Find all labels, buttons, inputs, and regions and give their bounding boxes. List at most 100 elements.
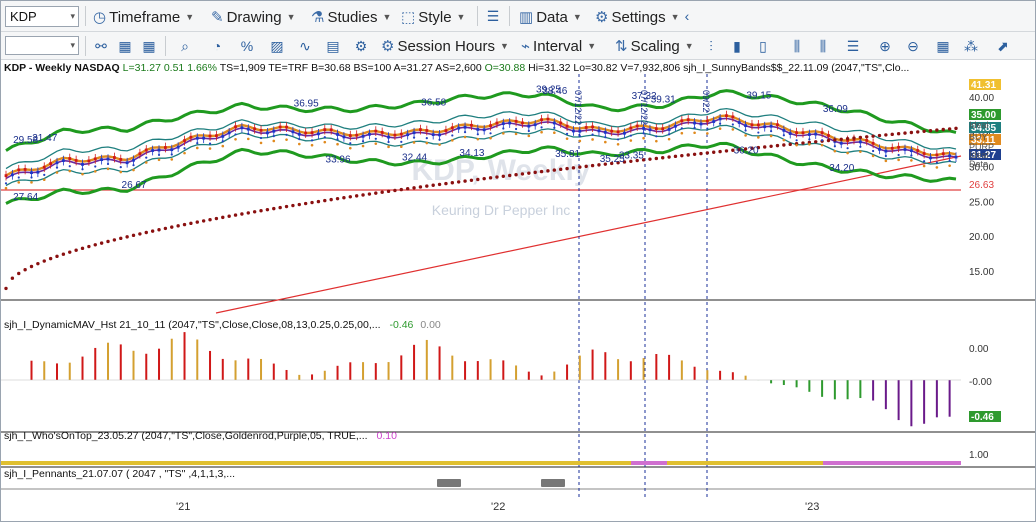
scaling-button[interactable]: ⇅ Scaling ▼ xyxy=(615,35,694,57)
symbol-input[interactable]: KDP ▾ xyxy=(5,6,79,27)
ma-dot xyxy=(514,172,518,177)
short-ma-dot xyxy=(234,137,237,141)
blue-ma-dot xyxy=(400,140,403,143)
blue-ma-dot xyxy=(349,142,352,145)
candle-body xyxy=(495,121,499,125)
short-ma-dot xyxy=(195,146,199,150)
histogram-bar xyxy=(247,358,250,380)
drawing-button[interactable]: ✎ Drawing ▼ xyxy=(211,6,296,28)
histogram-bar xyxy=(170,338,173,380)
bars-right-icon[interactable]: ⫼ xyxy=(813,36,833,56)
short-ma-dot xyxy=(170,158,174,161)
short-ma-dot xyxy=(795,143,798,147)
blue-ma-dot xyxy=(795,139,798,142)
candle-body xyxy=(769,124,773,128)
zoom-out-icon[interactable]: ⊖ xyxy=(903,36,923,56)
price-annotation: 27.64 xyxy=(13,192,38,203)
blue-ma-dot xyxy=(910,154,913,157)
candle2-style-icon[interactable]: ▯ xyxy=(753,36,773,56)
ma-dot xyxy=(227,214,231,218)
blue-ma-dot xyxy=(808,138,811,141)
chart-plus-icon[interactable]: ▤ xyxy=(323,36,343,56)
blue-ma-dot xyxy=(553,126,556,129)
percent-icon[interactable]: % xyxy=(237,36,257,56)
blue-ma-dot xyxy=(285,133,288,136)
candle-body xyxy=(457,126,461,130)
zoom-in-icon[interactable]: ⊕ xyxy=(875,36,895,56)
grid-icon[interactable]: ▦ xyxy=(933,36,953,56)
image-icon[interactable]: ▨ xyxy=(267,36,287,56)
bar-style-icon[interactable]: ⫶ xyxy=(701,36,721,56)
objects-icon[interactable]: ⁂ xyxy=(961,36,981,56)
candle-body xyxy=(954,155,958,159)
search-icon[interactable]: ⌕ xyxy=(175,36,195,56)
gear-icon[interactable]: ⚙ xyxy=(351,36,371,56)
histogram-bar xyxy=(923,380,926,424)
ma-dot xyxy=(896,132,901,136)
ma-dot xyxy=(297,202,301,207)
candle-body xyxy=(699,122,703,126)
histogram-bar xyxy=(782,380,785,386)
price-annotation: 31.47 xyxy=(32,133,57,144)
ma-dot xyxy=(546,169,550,173)
template-select[interactable]: ▾ xyxy=(5,36,79,55)
candle-body xyxy=(489,124,492,128)
histogram-bar xyxy=(234,360,237,380)
short-ma-dot xyxy=(412,141,416,144)
short-ma-dot xyxy=(871,154,875,158)
settings-button[interactable]: ⚙ Settings ▼ xyxy=(595,6,680,28)
histogram-bar xyxy=(859,380,862,399)
candle-body xyxy=(176,145,180,149)
short-ma-dot xyxy=(706,132,709,135)
ma-dot xyxy=(291,203,295,208)
session-hours-button[interactable]: ⚙ Session Hours ▼ xyxy=(381,35,509,57)
price-annotation: 39.31 xyxy=(651,94,676,105)
bars-left-icon[interactable]: ⫼ xyxy=(787,36,807,56)
gear-icon: ⚙ xyxy=(595,9,609,26)
ma-dot xyxy=(68,250,72,254)
blue-ma-dot xyxy=(298,138,301,141)
chevron-down-icon[interactable]: ▾ xyxy=(70,7,75,26)
ma-dot xyxy=(233,213,238,217)
short-ma-dot xyxy=(42,178,46,182)
candle-body xyxy=(737,121,741,124)
candle-body xyxy=(157,148,161,152)
interval-button[interactable]: ⌁ Interval ▼ xyxy=(521,35,596,57)
link-icon[interactable]: ⚯ xyxy=(91,36,111,56)
short-ma-dot xyxy=(183,151,186,155)
grid2-icon[interactable]: ▦ xyxy=(139,36,159,56)
grid-icon[interactable]: ▦ xyxy=(115,36,135,56)
histogram-bar xyxy=(706,370,709,380)
histogram-bar xyxy=(145,353,148,380)
candle-body xyxy=(578,129,582,133)
ma-dot xyxy=(667,155,671,159)
histogram-bar xyxy=(795,380,798,388)
candle-body xyxy=(750,123,754,127)
candle-body xyxy=(820,131,824,134)
pulse-icon[interactable]: ∿ xyxy=(295,36,315,56)
blue-ma-dot xyxy=(234,133,237,136)
blue-ma-dot xyxy=(782,134,785,137)
add-chart-icon[interactable]: ⬈ xyxy=(993,36,1013,56)
chevron-down-icon[interactable]: ▾ xyxy=(70,37,75,54)
data-button[interactable]: ▥ Data ▼ xyxy=(519,6,582,28)
price-chart-svg[interactable]: KDP, Weekly Keuring Dr Pepper Inc 36.95 3… xyxy=(1,60,1035,521)
gauge-icon[interactable]: ◔ xyxy=(207,36,227,56)
style-button[interactable]: ⬚ Style ▼ xyxy=(401,6,465,28)
expand-icon[interactable]: ‹ xyxy=(677,6,697,26)
ma-dot xyxy=(935,128,939,132)
studies-button[interactable]: ⚗ Studies ▼ xyxy=(311,6,391,28)
ma-dot xyxy=(463,179,467,183)
timeframe-button[interactable]: ◷ Timeframe ▼ xyxy=(93,6,194,28)
candle-body xyxy=(744,124,747,128)
price-annotation: 32.44 xyxy=(402,153,427,164)
panels-icon[interactable]: ☰ xyxy=(483,6,503,26)
candle-body xyxy=(259,128,263,132)
histogram-bar xyxy=(413,344,416,380)
ma-dot xyxy=(845,136,850,141)
blue-ma-dot xyxy=(514,127,518,131)
candle-style-icon[interactable]: ▮ xyxy=(727,36,747,56)
panels-icon[interactable]: ☰ xyxy=(843,36,863,56)
chart-area[interactable]: KDP, Weekly Keuring Dr Pepper Inc 36.95 3… xyxy=(1,60,1035,521)
short-ma-dot xyxy=(310,143,314,147)
